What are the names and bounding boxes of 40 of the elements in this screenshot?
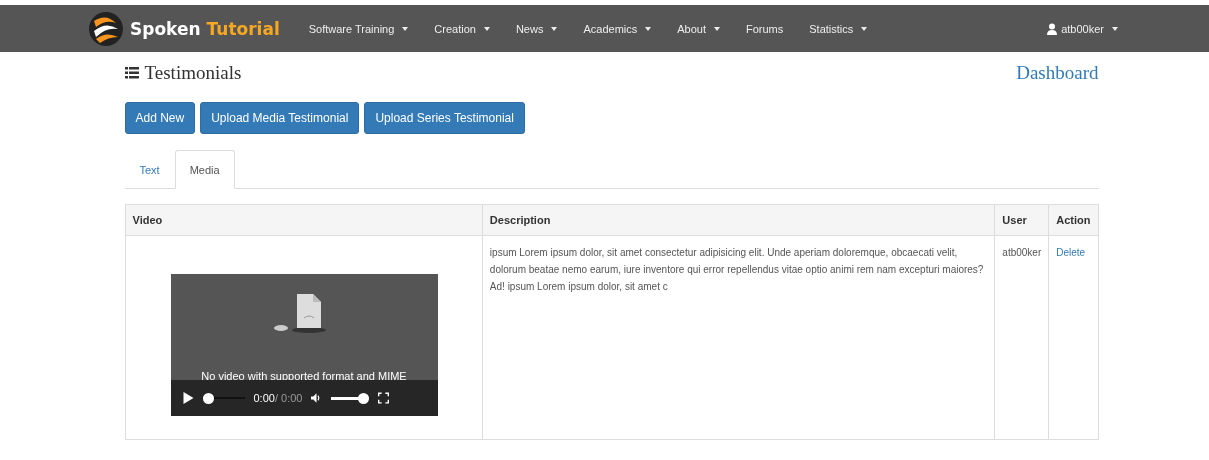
caret-icon — [1112, 26, 1118, 31]
duration: / 0:00 — [274, 390, 303, 406]
caret-icon — [402, 26, 409, 31]
table-cell: atb00ker — [994, 235, 1049, 440]
tab[interactable]: Media — [174, 150, 235, 189]
user-menu[interactable]: atb00ker — [1034, 22, 1131, 35]
nav-menu-item[interactable]: Statistics — [796, 22, 881, 35]
nav-menu-item[interactable]: Forums — [733, 22, 797, 35]
dashboard-link[interactable]: Dashboard — [1016, 62, 1099, 84]
page-title: Testimonials — [144, 62, 242, 84]
current-time: 0:00 — [253, 390, 275, 406]
brand-name[interactable]: Tutorial — [206, 18, 280, 39]
fullscreen-icon[interactable] — [378, 392, 390, 404]
column-header: User — [994, 204, 1049, 236]
nav-menu-item[interactable]: About — [664, 22, 733, 35]
brand-name[interactable]: Spoken — [130, 18, 201, 39]
delete-link[interactable]: Delete — [1056, 247, 1086, 258]
nav-menu-item[interactable]: News — [502, 22, 571, 35]
caret-icon — [483, 26, 490, 31]
seek-slider[interactable] — [202, 392, 245, 404]
column-header: Description — [482, 204, 995, 236]
action-button[interactable]: Upload Media Testimonial — [200, 102, 360, 134]
caret-icon — [645, 26, 652, 31]
play-icon[interactable] — [182, 392, 194, 404]
action-button[interactable]: Add New — [124, 102, 196, 134]
caret-icon — [551, 26, 558, 31]
nav-menu-item[interactable]: Software Training — [295, 22, 422, 35]
error-message: No video with supported format and MIME — [200, 369, 408, 384]
caret-icon — [861, 26, 868, 31]
action-button[interactable]: Upload Series Testimonial — [364, 102, 525, 134]
logo-icon — [88, 10, 124, 47]
list-icon — [124, 67, 139, 79]
column-header: Action — [1048, 204, 1098, 236]
caret-icon — [714, 26, 720, 31]
table-cell: ipsum Lorem ipsum dolor, sit amet consectetur adipisicing elit. Unde aperiam doloremque, obcaecati velit, dolorum beatae nemo earum, iure inventore qui error repellendus vitae optio animi rem nam excepturi maiores? Ad! ipsum Lorem ipsum dolor, sit amet c — [482, 235, 995, 440]
nav-menu-item[interactable]: Creation — [421, 22, 503, 35]
tab[interactable]: Text — [124, 150, 175, 189]
nav-menu-item[interactable]: Academics — [570, 22, 665, 35]
column-header: Video — [125, 204, 483, 236]
user-icon — [1047, 22, 1058, 35]
